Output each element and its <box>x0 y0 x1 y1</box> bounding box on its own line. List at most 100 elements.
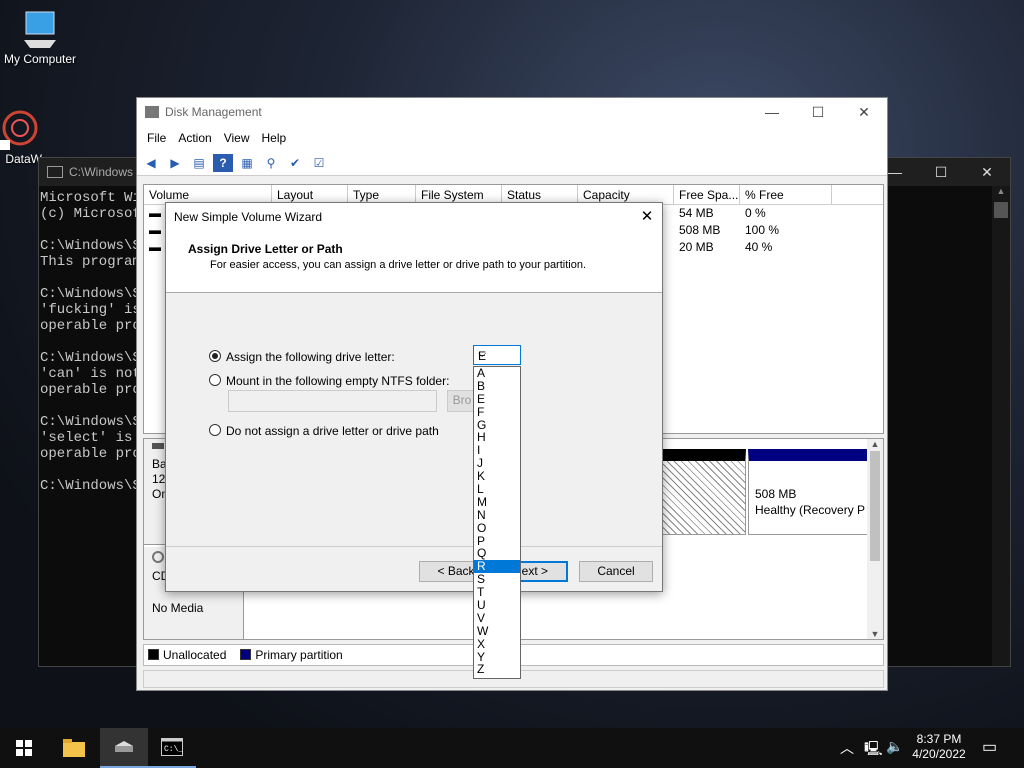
drive-icon: ▬ <box>149 206 161 220</box>
col-free-space[interactable]: Free Spa... <box>674 185 740 204</box>
col-percent-free[interactable]: % Free <box>740 185 832 204</box>
shortcut-icon <box>0 110 38 150</box>
row-free: 508 MB <box>679 223 721 237</box>
scroll-up-icon[interactable]: ▲ <box>867 439 883 449</box>
properties-icon[interactable]: ▦ <box>237 154 257 172</box>
console-icon <box>47 166 63 178</box>
drive-letter-option[interactable]: A <box>474 367 520 380</box>
computer-icon <box>24 11 56 48</box>
terminal-icon: C:\_ <box>161 738 183 756</box>
partition-size: 508 MB <box>755 487 797 501</box>
dm-title: Disk Management <box>165 105 262 119</box>
disk-icon <box>152 443 164 449</box>
row-pct: 0 % <box>745 206 766 220</box>
taskbar-command-prompt[interactable]: C:\_ <box>148 728 196 768</box>
wizard-close-button[interactable]: ✕ <box>632 203 662 231</box>
desktop-icon-my-computer[interactable]: My Computer <box>0 8 80 66</box>
gfx-scrollbar[interactable]: ▲ ▼ <box>867 439 883 639</box>
wizard-title: New Simple Volume Wizard <box>174 210 323 224</box>
unallocated-partition[interactable] <box>662 449 746 535</box>
menubar: File Action View Help <box>137 126 887 150</box>
radio-assign-letter[interactable] <box>209 350 221 362</box>
checklist-icon[interactable]: ✔ <box>285 154 305 172</box>
drive-letter-option[interactable]: H <box>474 431 520 444</box>
scroll-thumb[interactable] <box>870 451 880 561</box>
disk-management-icon <box>115 741 133 752</box>
console-tree-icon[interactable]: ▤ <box>189 154 209 172</box>
forward-arrow-icon[interactable]: ▶ <box>165 154 185 172</box>
row-free: 20 MB <box>679 240 714 254</box>
dm-minimize-button[interactable]: — <box>749 98 795 126</box>
drive-letter-option[interactable]: X <box>474 637 520 651</box>
taskbar-disk-management[interactable] <box>100 728 148 768</box>
menu-view[interactable]: View <box>218 131 256 145</box>
drive-letter-option[interactable]: U <box>474 599 520 612</box>
dm-app-icon <box>145 106 159 118</box>
clock[interactable]: 8:37 PM 4/20/2022 <box>910 732 968 762</box>
drive-letter-option[interactable]: O <box>474 521 520 535</box>
settings-icon[interactable]: ☑ <box>309 154 329 172</box>
cd-status: No Media <box>152 601 204 615</box>
start-button[interactable] <box>0 728 48 768</box>
label-no-letter[interactable]: Do not assign a drive letter or drive pa… <box>226 424 439 438</box>
windows-logo-icon <box>16 740 32 756</box>
drive-letter-option[interactable]: V <box>474 611 520 625</box>
clock-date: 4/20/2022 <box>912 747 966 761</box>
drive-icon: ▬ <box>149 240 165 254</box>
new-simple-volume-wizard[interactable]: New Simple Volume Wizard ✕ Assign Drive … <box>165 202 663 592</box>
menu-help[interactable]: Help <box>256 131 293 145</box>
drive-letter-option[interactable]: W <box>474 624 520 638</box>
dm-close-button[interactable]: ✕ <box>841 98 887 126</box>
label-assign-letter[interactable]: Assign the following drive letter: <box>226 350 395 364</box>
cd-icon <box>152 551 164 563</box>
row-free: 54 MB <box>679 206 714 220</box>
help-icon[interactable]: ? <box>213 153 233 172</box>
menu-file[interactable]: File <box>141 131 172 145</box>
scrollbar-up-icon[interactable]: ▲ <box>992 186 1010 202</box>
wizard-subheading: For easier access, you can assign a driv… <box>210 259 587 271</box>
drive-letter-option[interactable]: M <box>474 495 520 509</box>
clock-time: 8:37 PM <box>916 732 962 746</box>
label-mount-folder[interactable]: Mount in the following empty NTFS folder… <box>226 374 449 388</box>
drive-letter-option[interactable]: F <box>474 405 520 419</box>
svg-text:C:\_: C:\_ <box>164 745 183 754</box>
recovery-partition[interactable]: 508 MB Healthy (Recovery P <box>748 449 868 535</box>
back-arrow-icon[interactable]: ◀ <box>141 154 161 172</box>
drive-letter-option[interactable]: L <box>474 483 520 496</box>
legend-primary: Primary partition <box>240 648 343 662</box>
drive-letter-option[interactable]: E <box>474 392 520 406</box>
folder-path-input[interactable] <box>228 390 437 412</box>
notification-icon[interactable]: ▭ <box>982 737 997 757</box>
network-icon[interactable]: 🖳 <box>864 738 883 762</box>
taskbar: C:\_ ︿ 🖳 🔈 8:37 PM 4/20/2022 ▭ <box>0 728 1024 768</box>
row-pct: 40 % <box>745 240 773 254</box>
menu-action[interactable]: Action <box>172 131 217 145</box>
volume-icon[interactable]: 🔈 <box>886 738 903 755</box>
scroll-down-icon[interactable]: ▼ <box>867 629 883 639</box>
legend-swatch-unallocated <box>148 649 159 660</box>
taskbar-file-explorer[interactable] <box>50 728 98 768</box>
drive-letter-option[interactable]: Z <box>474 663 520 676</box>
dm-maximize-button[interactable]: ☐ <box>795 98 841 126</box>
tray-overflow-chevron-icon[interactable]: ︿ <box>840 738 854 758</box>
legend-swatch-primary <box>240 649 252 660</box>
drive-letter-option[interactable]: N <box>474 508 520 522</box>
wizard-divider <box>166 546 662 547</box>
drive-letter-option[interactable]: B <box>474 379 520 393</box>
cancel-button[interactable]: Cancel <box>579 561 653 582</box>
radio-mount-folder[interactable] <box>209 374 221 386</box>
radio-no-letter[interactable] <box>209 424 221 436</box>
toolbar: ◀ ▶ ▤ ? ▦ ⚲ ✔ ☑ <box>137 150 887 176</box>
drive-letter-select[interactable]: E ⌵ <box>473 345 521 365</box>
connect-icon[interactable]: ⚲ <box>261 154 281 172</box>
chevron-down-icon[interactable]: ⌵ <box>478 348 517 361</box>
wizard-titlebar[interactable]: New Simple Volume Wizard <box>166 203 662 231</box>
scrollbar-thumb[interactable] <box>994 202 1008 218</box>
drive-letter-dropdown[interactable]: ABEFGHIJKLMNOPQRSTUVWXYZ <box>473 366 521 679</box>
console-close-button[interactable]: ✕ <box>964 158 1010 186</box>
row-pct: 100 % <box>745 223 780 237</box>
console-maximize-button[interactable]: ☐ <box>918 158 964 186</box>
console-scrollbar[interactable]: ▲ <box>992 186 1010 666</box>
wizard-header: Assign Drive Letter or Path For easier a… <box>166 231 662 293</box>
legend-unallocated: Unallocated <box>148 648 226 662</box>
